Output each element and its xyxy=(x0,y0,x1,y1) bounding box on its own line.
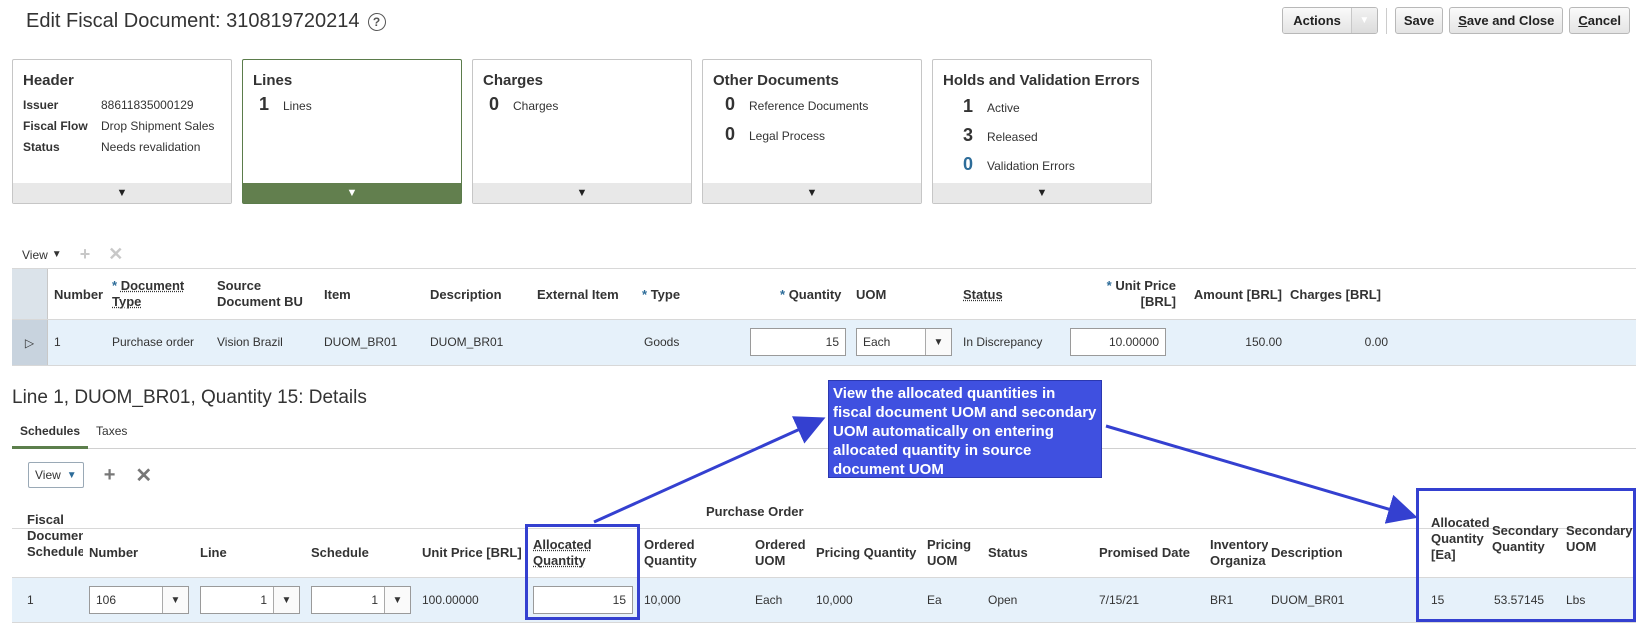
annotation-callout: View the allocated quantities in fiscal … xyxy=(828,380,1102,478)
annotation-arrows xyxy=(593,416,1418,524)
arrow-to-allocated xyxy=(593,416,826,524)
arrow-to-secondary xyxy=(1105,424,1418,524)
